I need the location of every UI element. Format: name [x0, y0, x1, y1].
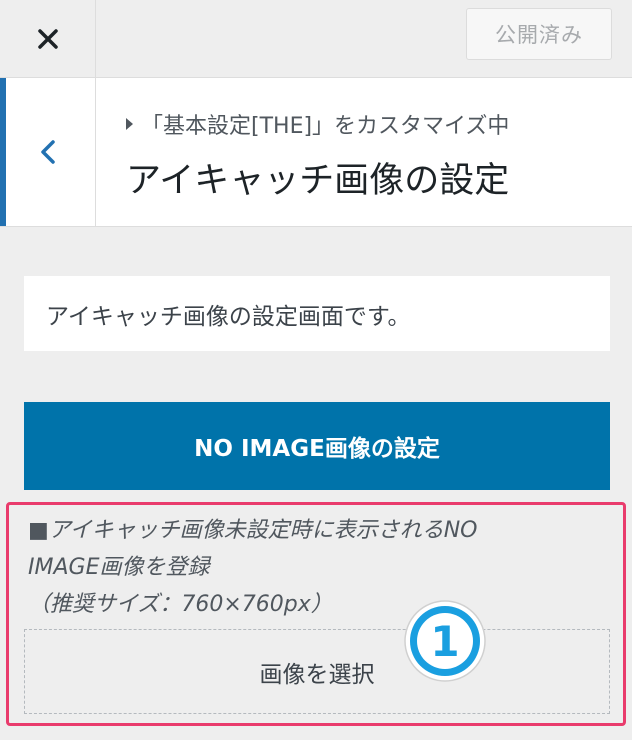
note-line-2: IMAGE画像を登録 [28, 555, 210, 580]
publish-button[interactable]: 公開済み [466, 8, 612, 60]
section-header: 「基本設定[THE]」をカスタマイズ中 アイキャッチ画像の設定 [0, 78, 632, 227]
step-number: 1 [430, 617, 459, 666]
select-image-button[interactable]: 画像を選択 [24, 629, 610, 714]
page-title: アイキャッチ画像の設定 [126, 161, 510, 201]
noimage-settings-button[interactable]: NO IMAGE画像の設定 [24, 402, 610, 490]
chevron-left-icon [40, 140, 55, 164]
back-button[interactable] [0, 78, 96, 226]
note-line-1: ■アイキャッチ画像未設定時に表示されるNO [28, 518, 478, 543]
customizer-header: 公開済み [0, 0, 632, 78]
breadcrumb-text: 「基本設定[THE]」をカスタマイズ中 [141, 114, 510, 139]
close-button[interactable] [0, 0, 96, 77]
breadcrumb: 「基本設定[THE]」をカスタマイズ中 [126, 108, 509, 140]
step-number-badge: 1 [404, 600, 486, 682]
noimage-note: ■アイキャッチ画像未設定時に表示されるNO IMAGE画像を登録 （推奨サイズ：… [28, 512, 598, 623]
note-line-3: （推奨サイズ：760×760px） [28, 592, 333, 617]
close-icon [37, 28, 58, 49]
section-description: アイキャッチ画像の設定画面です。 [24, 276, 610, 351]
caret-right-icon [126, 118, 133, 130]
